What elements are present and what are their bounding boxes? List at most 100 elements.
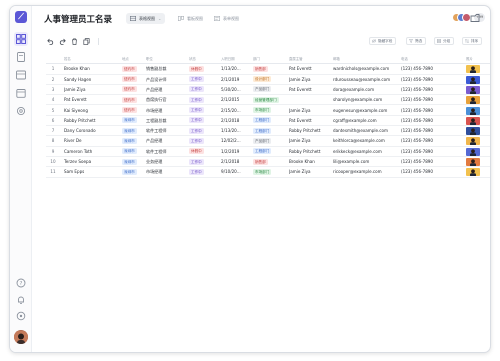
cell-dept[interactable]: 销售部 — [253, 64, 268, 74]
cell-manager[interactable]: Jamie Ziya — [289, 136, 332, 146]
employee-photo[interactable] — [466, 65, 480, 74]
employee-photo[interactable] — [466, 96, 480, 105]
table-icon[interactable] — [16, 70, 26, 80]
cell-name[interactable]: Brooke Khan — [64, 64, 119, 74]
cell-title[interactable]: 软件工程师 — [146, 126, 188, 136]
employee-photo[interactable] — [466, 106, 480, 115]
cell-location[interactable]: 纽约市 — [122, 106, 137, 116]
cell-title[interactable]: 市场经理 — [146, 106, 188, 116]
cell-manager[interactable]: Robby Pritchett — [289, 126, 332, 136]
cell-location[interactable]: 深圳市 — [122, 116, 137, 126]
cell-date[interactable]: 5/30/20... — [221, 85, 251, 95]
cell-location[interactable]: 纽约市 — [122, 95, 137, 105]
cell-name[interactable]: Jamie Ziya — [64, 85, 119, 95]
cell-dept[interactable]: 销售部 — [253, 157, 268, 167]
delete-icon[interactable] — [71, 38, 78, 45]
employee-photo[interactable] — [466, 158, 480, 166]
cell-name[interactable]: River De — [64, 136, 119, 146]
cell-dept[interactable]: 产品部门 — [253, 136, 272, 146]
cell-dept[interactable]: 设计部门 — [253, 75, 272, 85]
table-row[interactable]: 7 Dany Coronado 深圳市 软件工程师 工作中 1/13/20... 工程部门 R… — [46, 126, 490, 137]
cell-dept[interactable]: 经营管理部门 — [253, 95, 279, 105]
filter-button[interactable]: 筛选 — [406, 37, 427, 45]
share-icon[interactable] — [470, 13, 480, 23]
cell-date[interactable]: 12/02/2... — [221, 136, 251, 146]
tab-table-view[interactable]: 表格视图 ⌄ — [126, 13, 166, 24]
cell-date[interactable]: 2/15/20... — [221, 106, 251, 116]
cell-phone[interactable]: (123) 456-7890 — [401, 95, 451, 105]
cell-num[interactable]: 1 — [48, 64, 58, 74]
cell-email[interactable]: cgraff@example.com — [333, 116, 399, 126]
table-row[interactable]: 2 Sandy Hagen 纽约市 产品设计师 工作中 2/1/2019 设计部门 Jamie… — [46, 75, 490, 85]
cell-manager[interactable]: Robby Pritchett — [289, 147, 332, 157]
table-row[interactable]: 8 River De 深圳市 产品经理 工作中 12/02/2... 产品部门 Jamie Z… — [46, 136, 490, 147]
cell-phone[interactable]: (123) 456-7890 — [401, 147, 451, 157]
cell-status[interactable]: 工作中 — [189, 95, 204, 105]
app-logo[interactable]: ⟋ — [15, 11, 27, 23]
cell-phone[interactable]: (123) 456-7890 — [401, 75, 451, 85]
cell-name[interactable]: Cameron Toth — [64, 147, 119, 157]
cell-email[interactable]: lili@example.com — [333, 157, 399, 167]
cell-location[interactable]: 深圳市 — [122, 147, 137, 157]
account-settings-icon[interactable] — [16, 311, 26, 321]
cell-manager[interactable]: Pat Everett — [289, 85, 332, 95]
table-row[interactable]: 11 Sam Epps 深圳市 市场经理 工作中 9/10/20... 市场部门 Jamie … — [46, 167, 490, 178]
cell-date[interactable]: 2/1/2018 — [221, 116, 251, 126]
cell-status[interactable]: 工作中 — [189, 116, 204, 126]
cell-email[interactable]: wardnichols@example.com — [333, 64, 399, 74]
cell-date[interactable]: 2/1/2018 — [221, 157, 251, 167]
cell-date[interactable]: 9/10/20... — [221, 167, 251, 177]
cell-status[interactable]: 工作中 — [189, 75, 204, 85]
cell-status[interactable]: 工作中 — [189, 106, 204, 116]
cell-name[interactable]: Robby Pritchett — [64, 116, 119, 126]
cell-email[interactable]: dora@example.com — [333, 85, 399, 95]
column-header-email[interactable]: 邮箱 — [333, 54, 340, 64]
tab-form-view[interactable]: 表单视图 — [210, 13, 243, 24]
sort-button[interactable]: 排序 — [462, 37, 483, 45]
cell-title[interactable]: 市场经理 — [146, 167, 188, 177]
copy-icon[interactable] — [83, 38, 90, 45]
cell-dept[interactable]: 产品部门 — [253, 85, 272, 95]
cell-manager[interactable]: Brooke Khan — [289, 157, 332, 167]
cell-email[interactable]: sharolyn@example.com — [333, 95, 399, 105]
table-row[interactable]: 6 Robby Pritchett 深圳市 工程副总裁 工作中 2/1/2018 工程部门 P… — [46, 116, 490, 127]
cell-dept[interactable]: 市场部门 — [253, 167, 272, 177]
cell-status[interactable]: 工作中 — [189, 167, 204, 177]
cell-location[interactable]: 纽约市 — [122, 75, 137, 85]
cell-phone[interactable]: (123) 456-7890 — [401, 64, 451, 74]
cell-location[interactable]: 纽约市 — [122, 64, 137, 74]
cell-manager[interactable]: Pat Everett — [289, 64, 332, 74]
cell-num[interactable]: 9 — [48, 147, 58, 157]
cell-date[interactable]: 1/13/20... — [221, 126, 251, 136]
cell-location[interactable]: 深圳市 — [122, 126, 137, 136]
cell-manager[interactable]: Jamie Ziya — [289, 106, 332, 116]
cell-num[interactable]: 7 — [48, 126, 58, 136]
settings-icon[interactable] — [16, 106, 26, 116]
cell-name[interactable]: Dany Coronado — [64, 126, 119, 136]
table-row[interactable]: 3 Jamie Ziya 纽约市 产品经理 工作中 5/30/20... 产品部门 Pat E… — [46, 85, 490, 96]
cell-manager[interactable]: Jamie Ziya — [289, 167, 332, 177]
cell-phone[interactable]: (123) 456-7890 — [401, 116, 451, 126]
employee-photo[interactable] — [466, 137, 480, 146]
employee-photo[interactable] — [466, 127, 480, 136]
cell-num[interactable]: 3 — [48, 85, 58, 95]
column-header-name[interactable]: 姓名 — [64, 54, 71, 64]
cell-status[interactable]: 工作中 — [189, 157, 204, 167]
cell-phone[interactable]: (123) 456-7890 — [401, 167, 451, 177]
cell-email[interactable]: erikkeck@example.com — [333, 147, 399, 157]
cell-status[interactable]: 休假中 — [189, 147, 204, 157]
column-header-hire-date[interactable]: 入职日期 — [221, 54, 235, 64]
cell-date[interactable]: 2/1/2019 — [221, 75, 251, 85]
table-row[interactable]: 5 Kai Siyeong 纽约市 市场经理 工作中 2/15/20... 市场部门 Jami… — [46, 106, 490, 116]
cell-manager[interactable]: Jamie Ziya — [289, 75, 332, 85]
cell-name[interactable]: Sam Epps — [64, 167, 119, 177]
cell-date[interactable]: 1/13/20... — [221, 64, 251, 74]
undo-icon[interactable] — [47, 38, 54, 45]
column-header-phone[interactable]: 电话 — [401, 54, 408, 64]
cell-location[interactable]: 深圳市 — [122, 167, 137, 177]
cell-num[interactable]: 8 — [48, 136, 58, 146]
cell-title[interactable]: 工程副总裁 — [146, 116, 188, 126]
table-row[interactable]: 4 Pat Everett 纽约市 首席执行官 工作中 2/1/2015 经营管理部门 sha… — [46, 95, 490, 106]
cell-title[interactable]: 业务经理 — [146, 157, 188, 167]
cell-phone[interactable]: (123) 456-7890 — [401, 126, 451, 136]
